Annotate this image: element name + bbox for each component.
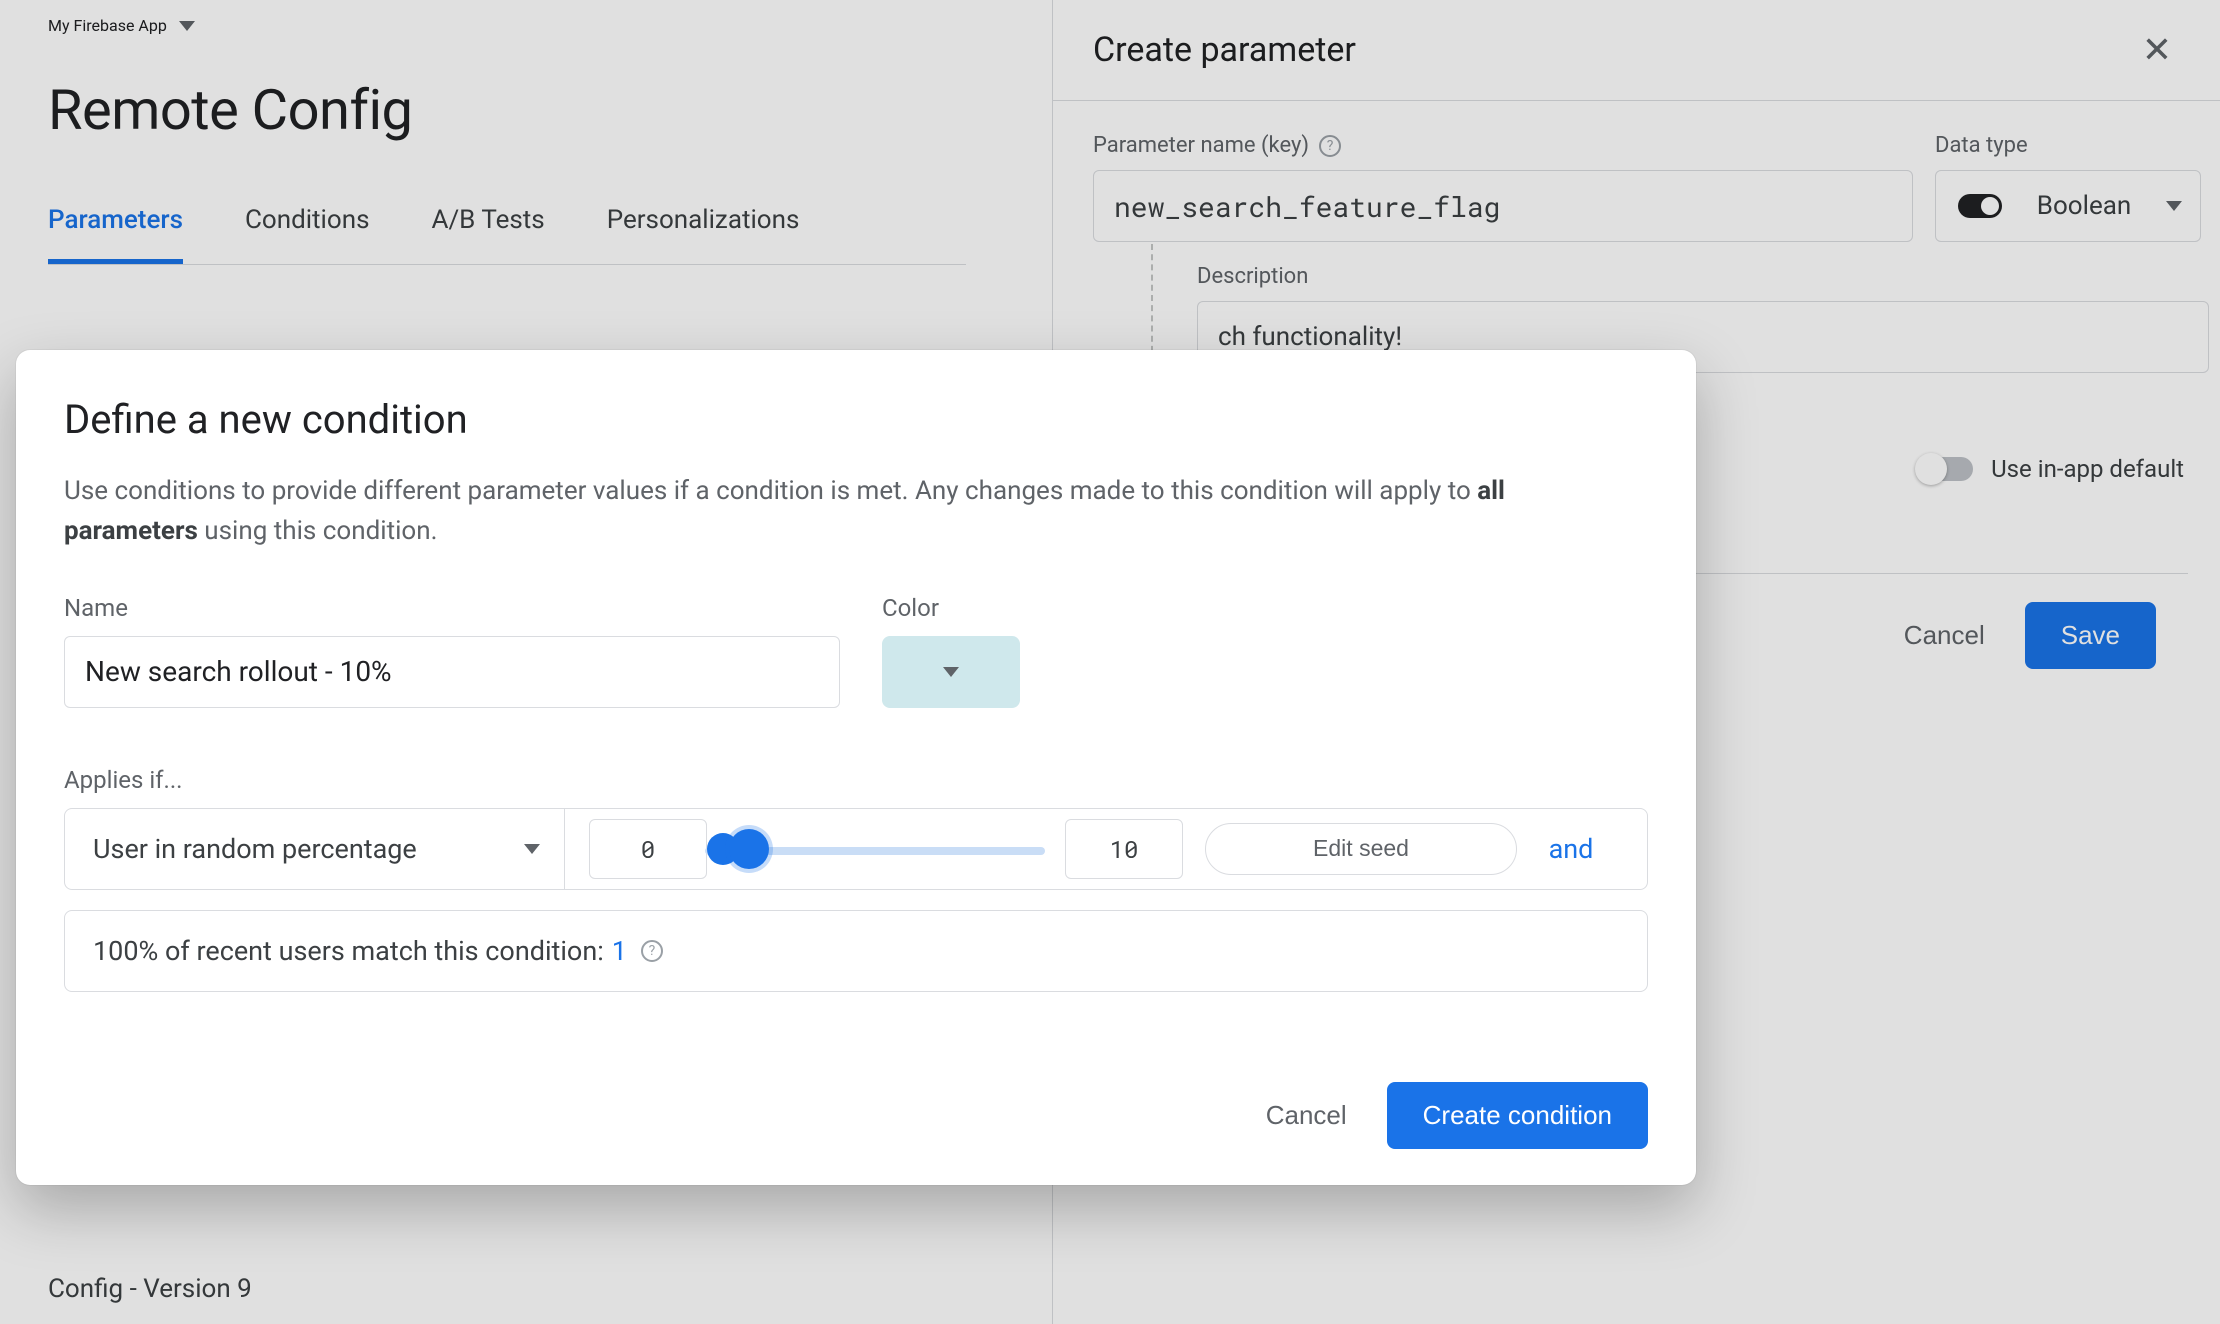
percentage-to-input[interactable] — [1065, 819, 1183, 879]
dialog-subtitle: Use conditions to provide different para… — [64, 471, 1584, 552]
percentage-slider[interactable] — [705, 843, 1045, 855]
criterion-type-select[interactable]: User in random percentage — [65, 809, 565, 889]
chevron-down-icon — [943, 667, 959, 677]
match-count: 1 — [612, 935, 627, 967]
condition-name-label: Name — [64, 594, 840, 622]
chevron-down-icon — [524, 844, 540, 854]
help-icon[interactable]: ? — [641, 940, 663, 962]
percentage-from-input[interactable] — [589, 819, 707, 879]
condition-color-select[interactable] — [882, 636, 1020, 708]
condition-name-input[interactable] — [64, 636, 840, 708]
applies-if-label: Applies if... — [64, 766, 1648, 794]
edit-seed-button[interactable]: Edit seed — [1205, 823, 1517, 875]
match-summary: 100% of recent users match this conditio… — [64, 910, 1648, 992]
create-condition-button[interactable]: Create condition — [1387, 1082, 1648, 1149]
dialog-title: Define a new condition — [64, 396, 1648, 443]
and-link[interactable]: and — [1517, 833, 1625, 865]
dialog-cancel-button[interactable]: Cancel — [1266, 1100, 1347, 1131]
slider-thumb-end[interactable] — [729, 829, 769, 869]
criterion-row: User in random percentage Edit seed and — [64, 808, 1648, 890]
condition-color-label: Color — [882, 594, 1020, 622]
define-condition-dialog: Define a new condition Use conditions to… — [16, 350, 1696, 1185]
